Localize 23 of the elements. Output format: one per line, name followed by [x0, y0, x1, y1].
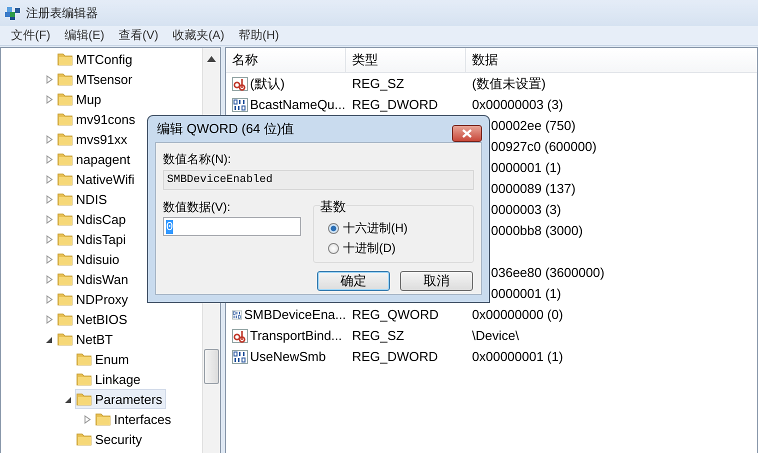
- dialog-title: 编辑 QWORD (64 位)值: [157, 120, 294, 138]
- value-data: 036ee80 (3600000): [491, 265, 604, 280]
- value-data: 0000001 (1): [491, 160, 562, 175]
- value-type: REG_QWORD: [352, 307, 439, 322]
- value-type: REG_SZ: [352, 328, 404, 343]
- value-type: REG_SZ: [352, 76, 404, 91]
- value-data: \Device\: [472, 328, 519, 343]
- value-data: 0x00000003 (3): [472, 97, 564, 112]
- value-data: 00927c0 (600000): [491, 139, 597, 154]
- value-type: REG_DWORD: [352, 349, 438, 364]
- value-data: 0000089 (137): [491, 181, 576, 196]
- value-data: (数值未设置): [472, 76, 546, 90]
- value-data: 0x00000000 (0): [472, 307, 564, 322]
- value-data: 00002ee (750): [491, 118, 576, 133]
- value-data: 0000003 (3): [491, 202, 562, 217]
- value-data: 0000bb8 (3000): [491, 223, 583, 238]
- window-title: 注册表编辑器: [26, 4, 98, 22]
- field-label: 数值数据(V):: [163, 199, 232, 214]
- group-label: 基数: [320, 198, 346, 216]
- value-type: REG_DWORD: [352, 97, 438, 112]
- value-data: 0000001 (1): [491, 286, 562, 301]
- value-data: 0x00000001 (1): [472, 349, 564, 364]
- field-label: 数值名称(N):: [163, 151, 232, 166]
